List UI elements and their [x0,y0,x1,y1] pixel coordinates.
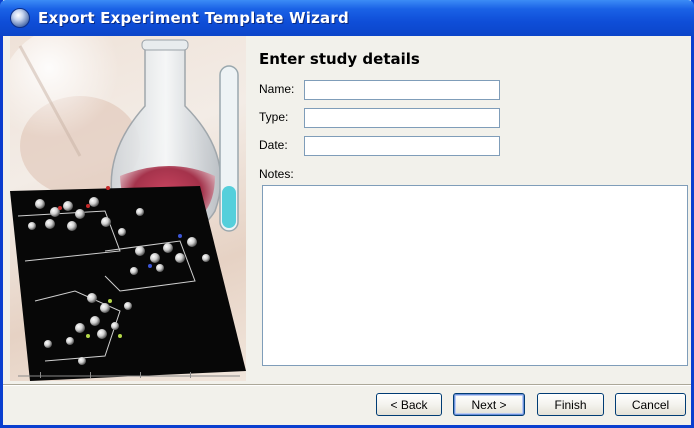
name-field[interactable] [304,80,500,100]
next-button[interactable]: Next > [453,393,525,416]
type-field[interactable] [304,108,500,128]
wizard-illustration [10,36,246,381]
title-bar[interactable]: Export Experiment Template Wizard [0,0,694,36]
notes-label: Notes: [259,167,294,181]
footer-divider [3,384,691,386]
date-label: Date: [259,138,288,152]
wizard-window: Export Experiment Template Wizard Enter … [0,0,694,428]
molecule-illustration [10,36,246,381]
window-title: Export Experiment Template Wizard [38,9,349,27]
page-title: Enter study details [259,50,420,68]
app-globe-icon[interactable] [10,8,30,28]
cancel-button[interactable]: Cancel [615,393,686,416]
back-button[interactable]: < Back [376,393,442,416]
notes-textarea[interactable] [262,185,688,366]
finish-button[interactable]: Finish [537,393,604,416]
date-field[interactable] [304,136,500,156]
name-label: Name: [259,82,295,96]
type-label: Type: [259,110,289,124]
